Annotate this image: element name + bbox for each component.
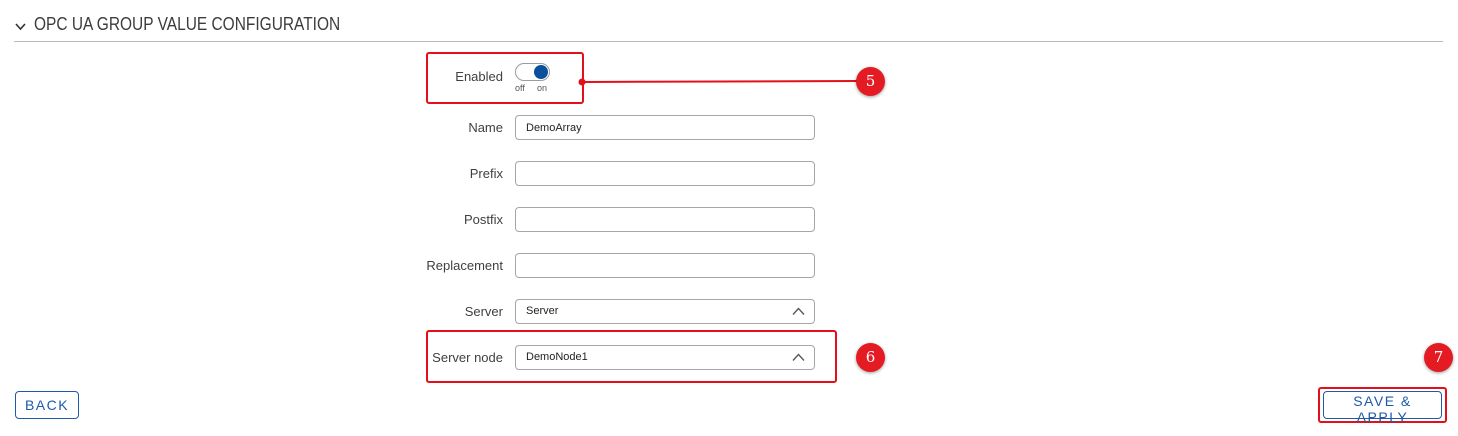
annotation-badge-5: 5 [856, 67, 885, 96]
server-label: Server [464, 304, 503, 319]
postfix-label: Postfix [463, 212, 503, 227]
chevron-down-icon[interactable] [15, 21, 26, 32]
annotation-badge-6: 6 [856, 343, 885, 372]
name-label: Name [468, 120, 503, 135]
highlight-enabled [426, 52, 584, 104]
chevron-up-icon [792, 307, 805, 315]
highlight-server-node [426, 330, 837, 383]
server-select[interactable]: Server [515, 299, 815, 324]
replacement-label: Replacement [426, 258, 503, 273]
save-apply-button[interactable]: SAVE & APPLY [1323, 391, 1442, 425]
postfix-input[interactable] [515, 207, 815, 232]
section-title: OPC UA GROUP VALUE CONFIGURATION [34, 14, 341, 34]
replacement-input[interactable] [515, 253, 815, 278]
prefix-label: Prefix [469, 166, 503, 181]
name-input[interactable] [515, 115, 815, 140]
back-button[interactable]: BACK [15, 391, 79, 419]
annotation-badge-7: 7 [1424, 343, 1453, 372]
server-select-value: Server [526, 305, 559, 317]
section-header[interactable]: OPC UA GROUP VALUE CONFIGURATION [14, 12, 1443, 42]
prefix-input[interactable] [515, 161, 815, 186]
